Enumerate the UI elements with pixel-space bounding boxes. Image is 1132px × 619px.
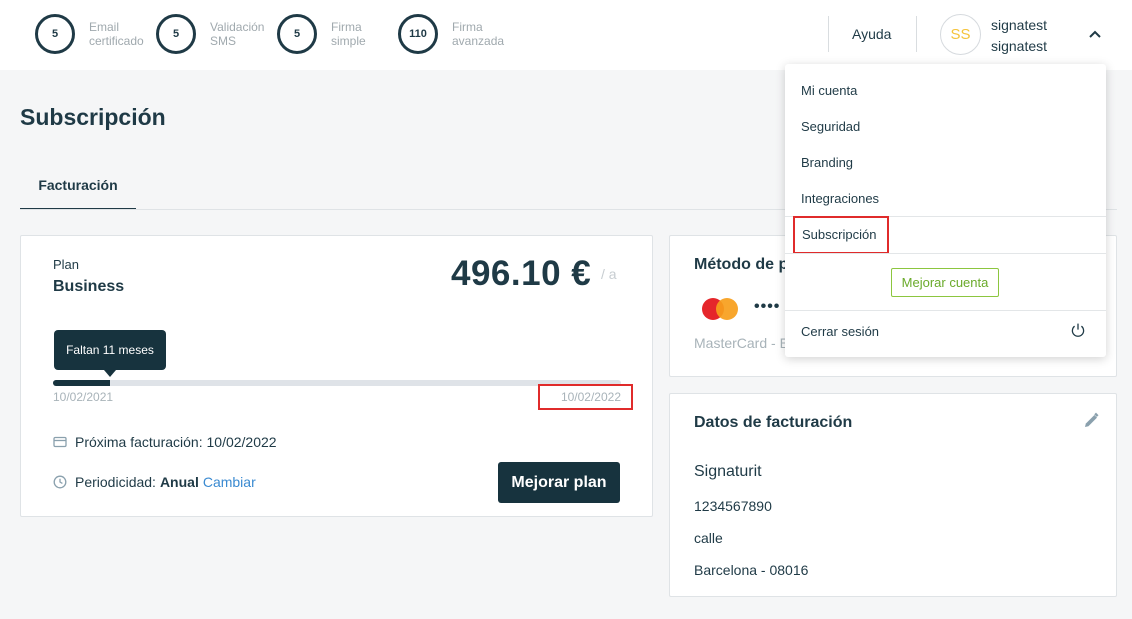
credit-label: Firma avanzada xyxy=(452,20,514,48)
credit-label: Validación SMS xyxy=(210,20,272,48)
plan-name: Business xyxy=(53,278,125,295)
credit-count-ring: 110 xyxy=(398,14,438,54)
clock-icon xyxy=(53,475,67,489)
credit-count-ring: 5 xyxy=(277,14,317,54)
user-dropdown-menu: Mi cuenta Seguridad Branding Integracion… xyxy=(785,64,1106,357)
next-billing-row: Próxima facturación: 10/02/2022 xyxy=(53,434,277,450)
credit-label-line2: simple xyxy=(331,34,366,48)
credit-label-line1: Validación xyxy=(210,20,265,34)
billing-city: Barcelona - 08016 xyxy=(694,562,809,578)
periodicity-row: Periodicidad: Anual Cambiar xyxy=(53,474,256,490)
billing-data-title: Datos de facturación xyxy=(694,414,853,431)
tab-facturacion[interactable]: Facturación xyxy=(20,162,136,210)
card-name: MasterCard - E xyxy=(694,335,789,351)
user-name[interactable]: signatest signatest xyxy=(991,15,1047,57)
mastercard-icon xyxy=(702,298,738,320)
top-bar: 5 Email certificado 5 Validación SMS 5 Fir… xyxy=(0,0,1132,70)
start-date: 10/02/2021 xyxy=(53,390,114,404)
menu-item-mi-cuenta[interactable]: Mi cuenta xyxy=(801,83,857,98)
pencil-icon[interactable] xyxy=(1082,412,1100,430)
credit-validacion-sms: 5 Validación SMS xyxy=(156,14,272,54)
credit-count-ring: 5 xyxy=(156,14,196,54)
credit-label: Email certificado xyxy=(89,20,151,48)
credit-firma-avanzada: 110 Firma avanzada xyxy=(398,14,514,54)
menu-divider xyxy=(785,253,1106,254)
end-date: 10/02/2022 xyxy=(538,384,633,410)
subscription-progress-bar xyxy=(53,380,621,386)
plan-price: 496.10 € xyxy=(451,254,592,293)
plan-card: Plan Business 496.10 € / a Faltan 11 mes… xyxy=(20,235,653,517)
avatar[interactable]: SS xyxy=(940,14,981,55)
card-number-dots: •••• xyxy=(754,298,781,315)
credit-label-line2: certificado xyxy=(89,34,144,48)
menu-item-branding[interactable]: Branding xyxy=(801,155,853,170)
menu-item-seguridad[interactable]: Seguridad xyxy=(801,119,860,134)
credit-label-line1: Firma xyxy=(331,20,362,34)
credit-firma-simple: 5 Firma simple xyxy=(277,14,393,54)
menu-item-integraciones[interactable]: Integraciones xyxy=(801,191,879,206)
user-name-line1: signatest xyxy=(991,17,1048,33)
credit-label-line2: avanzada xyxy=(452,34,505,48)
plan-period-suffix: / a xyxy=(601,266,617,282)
billing-street: calle xyxy=(694,530,723,546)
upgrade-plan-button[interactable]: Mejorar plan xyxy=(498,462,620,503)
help-link[interactable]: Ayuda xyxy=(852,26,891,42)
credit-count-ring: 5 xyxy=(35,14,75,54)
credit-email-certificado: 5 Email certificado xyxy=(35,14,151,54)
menu-divider xyxy=(785,310,1106,311)
credit-card-icon xyxy=(53,436,67,448)
credit-label-line1: Firma xyxy=(452,20,483,34)
billing-company: Signaturit xyxy=(694,463,762,480)
subscription-progress-fill xyxy=(53,380,110,386)
remaining-tooltip: Faltan 11 meses xyxy=(54,330,166,370)
credit-label: Firma simple xyxy=(331,20,393,48)
periodicity-label: Periodicidad: xyxy=(75,474,156,490)
payment-method-title: Método de pa xyxy=(694,256,798,273)
credit-label-line1: Email xyxy=(89,20,120,34)
plan-label: Plan xyxy=(53,257,80,272)
periodicity-value: Anual xyxy=(159,474,199,490)
menu-item-subscripcion[interactable]: Subscripción xyxy=(793,216,889,254)
change-periodicity-link[interactable]: Cambiar xyxy=(203,474,256,490)
chevron-up-icon[interactable] xyxy=(1086,26,1104,44)
power-icon[interactable] xyxy=(1070,322,1086,338)
page-title: Subscripción xyxy=(20,104,166,130)
upgrade-account-button[interactable]: Mejorar cuenta xyxy=(891,268,999,297)
header-divider xyxy=(916,16,917,52)
next-billing-text: Próxima facturación: 10/02/2022 xyxy=(75,434,277,450)
billing-data-card: Datos de facturación Signaturit 12345678… xyxy=(669,393,1117,597)
menu-item-logout[interactable]: Cerrar sesión xyxy=(801,324,879,339)
tooltip-arrow xyxy=(104,370,116,377)
user-name-line2: signatest xyxy=(991,38,1048,54)
header-divider xyxy=(828,16,829,52)
billing-tax-id: 1234567890 xyxy=(694,498,772,514)
credit-label-line2: SMS xyxy=(210,34,237,48)
